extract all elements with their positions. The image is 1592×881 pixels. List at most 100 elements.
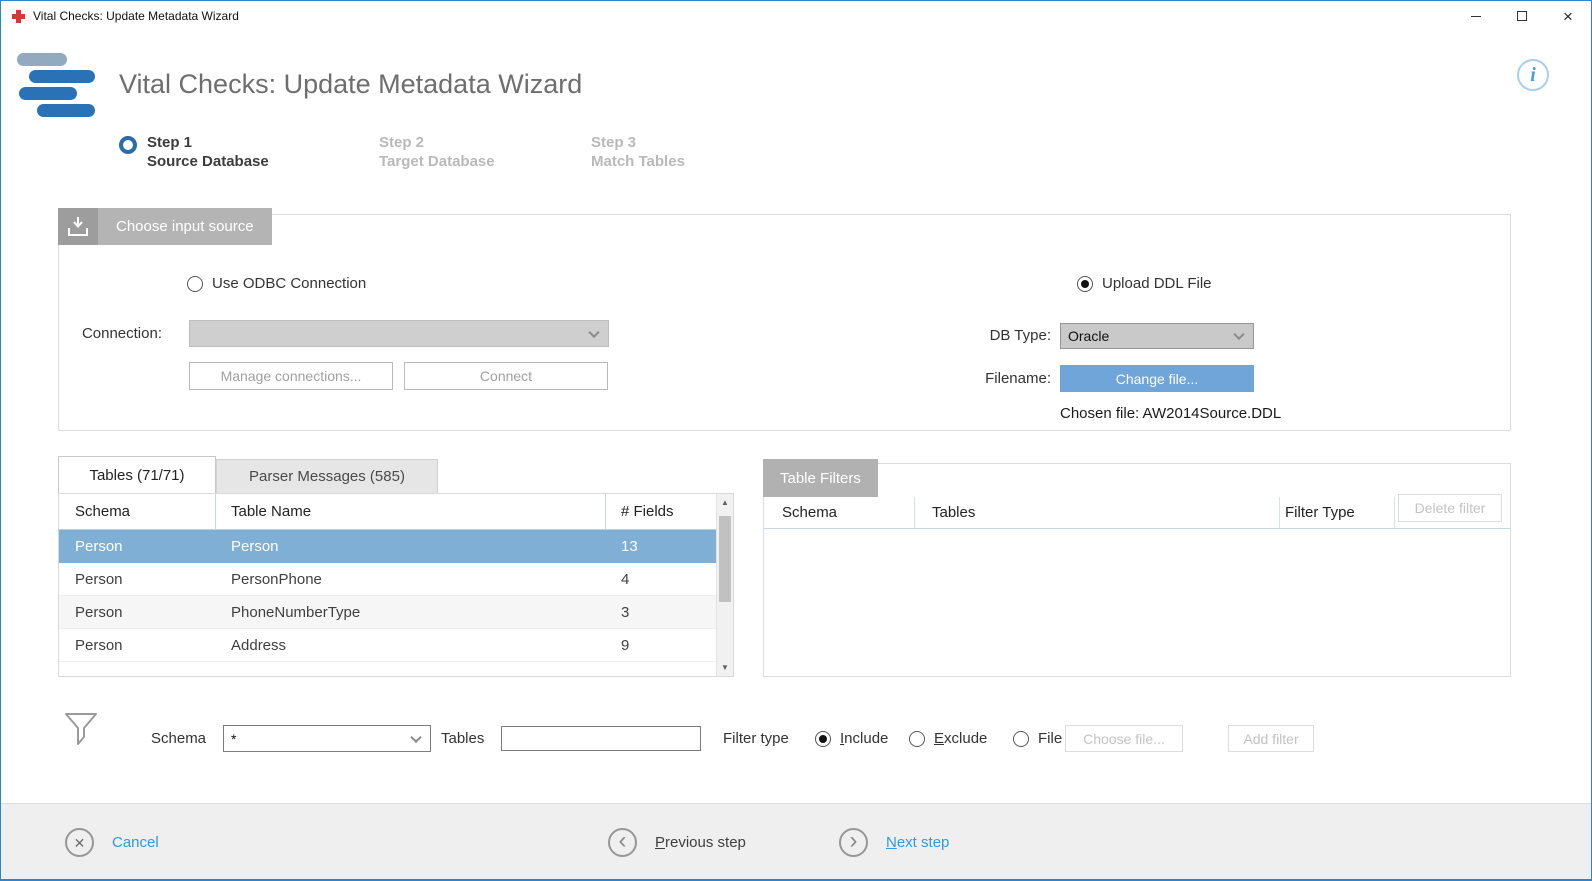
column-separator	[1394, 497, 1395, 528]
file-radio[interactable]: File	[1013, 730, 1062, 747]
chosen-file-text: Chosen file: AW2014Source.DDL	[1060, 405, 1281, 422]
step-1-name: Source Database	[147, 152, 269, 171]
column-header-filter-type[interactable]: Filter Type	[1285, 497, 1355, 528]
window-title: Vital Checks: Update Metadata Wizard	[33, 9, 239, 23]
manage-connections-button[interactable]: Manage connections...	[189, 362, 393, 390]
next-step-label: Next step	[886, 834, 949, 851]
cancel-button[interactable]: ✕ Cancel	[65, 828, 159, 857]
exclude-radio[interactable]: Exclude	[909, 730, 987, 747]
radio-icon	[187, 276, 203, 292]
choose-file-button[interactable]: Choose file...	[1065, 725, 1183, 752]
column-header-table-name[interactable]: Table Name	[215, 494, 605, 529]
input-source-panel-header: Choose input source	[58, 208, 272, 245]
maximize-button[interactable]	[1499, 1, 1545, 31]
scrollbar-thumb[interactable]	[719, 516, 731, 602]
db-type-select-value: Oracle	[1068, 328, 1109, 344]
chevron-down-icon	[588, 326, 599, 337]
schema-filter-value: *	[231, 731, 236, 747]
tables-filter-label: Tables	[441, 725, 484, 752]
connect-button[interactable]: Connect	[404, 362, 608, 390]
step-indicator: Step 1 Source Database Step 2 Target Dat…	[119, 133, 1019, 177]
cell-schema: Person	[59, 604, 215, 621]
info-icon[interactable]: i	[1517, 59, 1549, 91]
column-separator	[215, 494, 216, 529]
app-logo	[15, 53, 99, 125]
include-radio[interactable]: Include	[815, 730, 888, 747]
tables-grid-header: Schema Table Name # Fields	[59, 494, 733, 530]
logo-bar	[37, 104, 95, 117]
cell-fields: 4	[605, 571, 718, 588]
radio-icon-checked	[1077, 276, 1093, 292]
cell-table-name: Address	[215, 637, 605, 654]
page-title: Vital Checks: Update Metadata Wizard	[119, 69, 582, 100]
upload-ddl-radio[interactable]: Upload DDL File	[1077, 275, 1212, 292]
table-row[interactable]: Person Person 13	[59, 530, 733, 563]
step-1-circle-icon	[119, 136, 137, 154]
cell-fields: 9	[605, 637, 718, 654]
column-header-tables[interactable]: Tables	[932, 497, 975, 528]
delete-filter-button[interactable]: Delete filter	[1398, 494, 1502, 522]
scroll-down-icon[interactable]: ▼	[717, 659, 733, 676]
vertical-scrollbar[interactable]: ▲ ▼	[716, 494, 733, 676]
input-source-panel: Choose input source Use ODBC Connection …	[58, 214, 1511, 431]
logo-bar	[29, 70, 95, 83]
step-3-name: Match Tables	[591, 152, 685, 171]
table-row[interactable]: Person PhoneNumberType 3	[59, 596, 733, 629]
step-2-name: Target Database	[379, 152, 495, 171]
app-window: { "titlebar": { "title": "Vital Checks: …	[0, 0, 1592, 881]
window-controls: ×	[1453, 1, 1591, 31]
minimize-button[interactable]	[1453, 1, 1499, 31]
odbc-connection-radio[interactable]: Use ODBC Connection	[187, 275, 366, 292]
schema-filter-select[interactable]: *	[223, 725, 431, 752]
next-step-button[interactable]: › Next step	[839, 828, 949, 857]
previous-step-label: Previous step	[655, 834, 746, 851]
cell-fields: 3	[605, 604, 718, 621]
db-type-label: DB Type:	[939, 323, 1051, 349]
scroll-up-icon[interactable]: ▲	[717, 494, 733, 511]
tab-tables[interactable]: Tables (71/71)	[58, 456, 216, 493]
column-separator	[1279, 497, 1280, 528]
radio-icon-checked	[815, 731, 831, 747]
cell-schema: Person	[59, 538, 215, 555]
cancel-label: Cancel	[112, 834, 159, 851]
change-file-button[interactable]: Change file...	[1060, 365, 1254, 392]
filter-bar: Schema * Tables Filter type Include Excl…	[58, 707, 1511, 767]
db-type-select[interactable]: Oracle	[1060, 323, 1254, 349]
app-icon	[11, 9, 26, 24]
connection-label: Connection:	[59, 320, 162, 347]
column-separator	[605, 494, 606, 529]
radio-icon	[909, 731, 925, 747]
step-2-num: Step 2	[379, 133, 495, 152]
column-header-schema[interactable]: Schema	[782, 497, 837, 528]
column-header-fields[interactable]: # Fields	[605, 494, 718, 529]
step-3: Step 3 Match Tables	[591, 133, 685, 171]
step-1: Step 1 Source Database	[119, 133, 269, 171]
chevron-down-icon	[1233, 329, 1244, 340]
radio-icon	[1013, 731, 1029, 747]
minimize-icon	[1471, 16, 1481, 17]
cell-fields: 13	[605, 538, 718, 555]
chevron-down-icon	[410, 731, 421, 742]
file-radio-label: File	[1038, 730, 1062, 747]
close-icon: ×	[1563, 8, 1573, 25]
download-icon	[58, 208, 98, 245]
header-underline	[764, 528, 1510, 529]
column-header-schema[interactable]: Schema	[59, 494, 215, 529]
filename-label: Filename:	[939, 365, 1051, 392]
logo-bar	[17, 53, 67, 66]
tab-parser-messages[interactable]: Parser Messages (585)	[216, 459, 438, 493]
cell-table-name: Person	[215, 538, 605, 555]
tables-filter-input[interactable]	[501, 726, 701, 751]
connection-select[interactable]	[189, 320, 609, 347]
previous-step-button[interactable]: ‹ Previous step	[608, 828, 746, 857]
table-row[interactable]: Person PersonPhone 4	[59, 563, 733, 596]
close-button[interactable]: ×	[1545, 1, 1591, 31]
table-row[interactable]: Person Address 9	[59, 629, 733, 662]
footer-bar: ✕ Cancel ‹ Previous step › Next step	[1, 803, 1591, 879]
maximize-icon	[1517, 11, 1527, 21]
schema-filter-label: Schema	[151, 725, 206, 752]
filter-funnel-icon	[63, 711, 99, 754]
cell-schema: Person	[59, 571, 215, 588]
add-filter-button[interactable]: Add filter	[1228, 725, 1314, 752]
logo-bar	[19, 87, 77, 100]
